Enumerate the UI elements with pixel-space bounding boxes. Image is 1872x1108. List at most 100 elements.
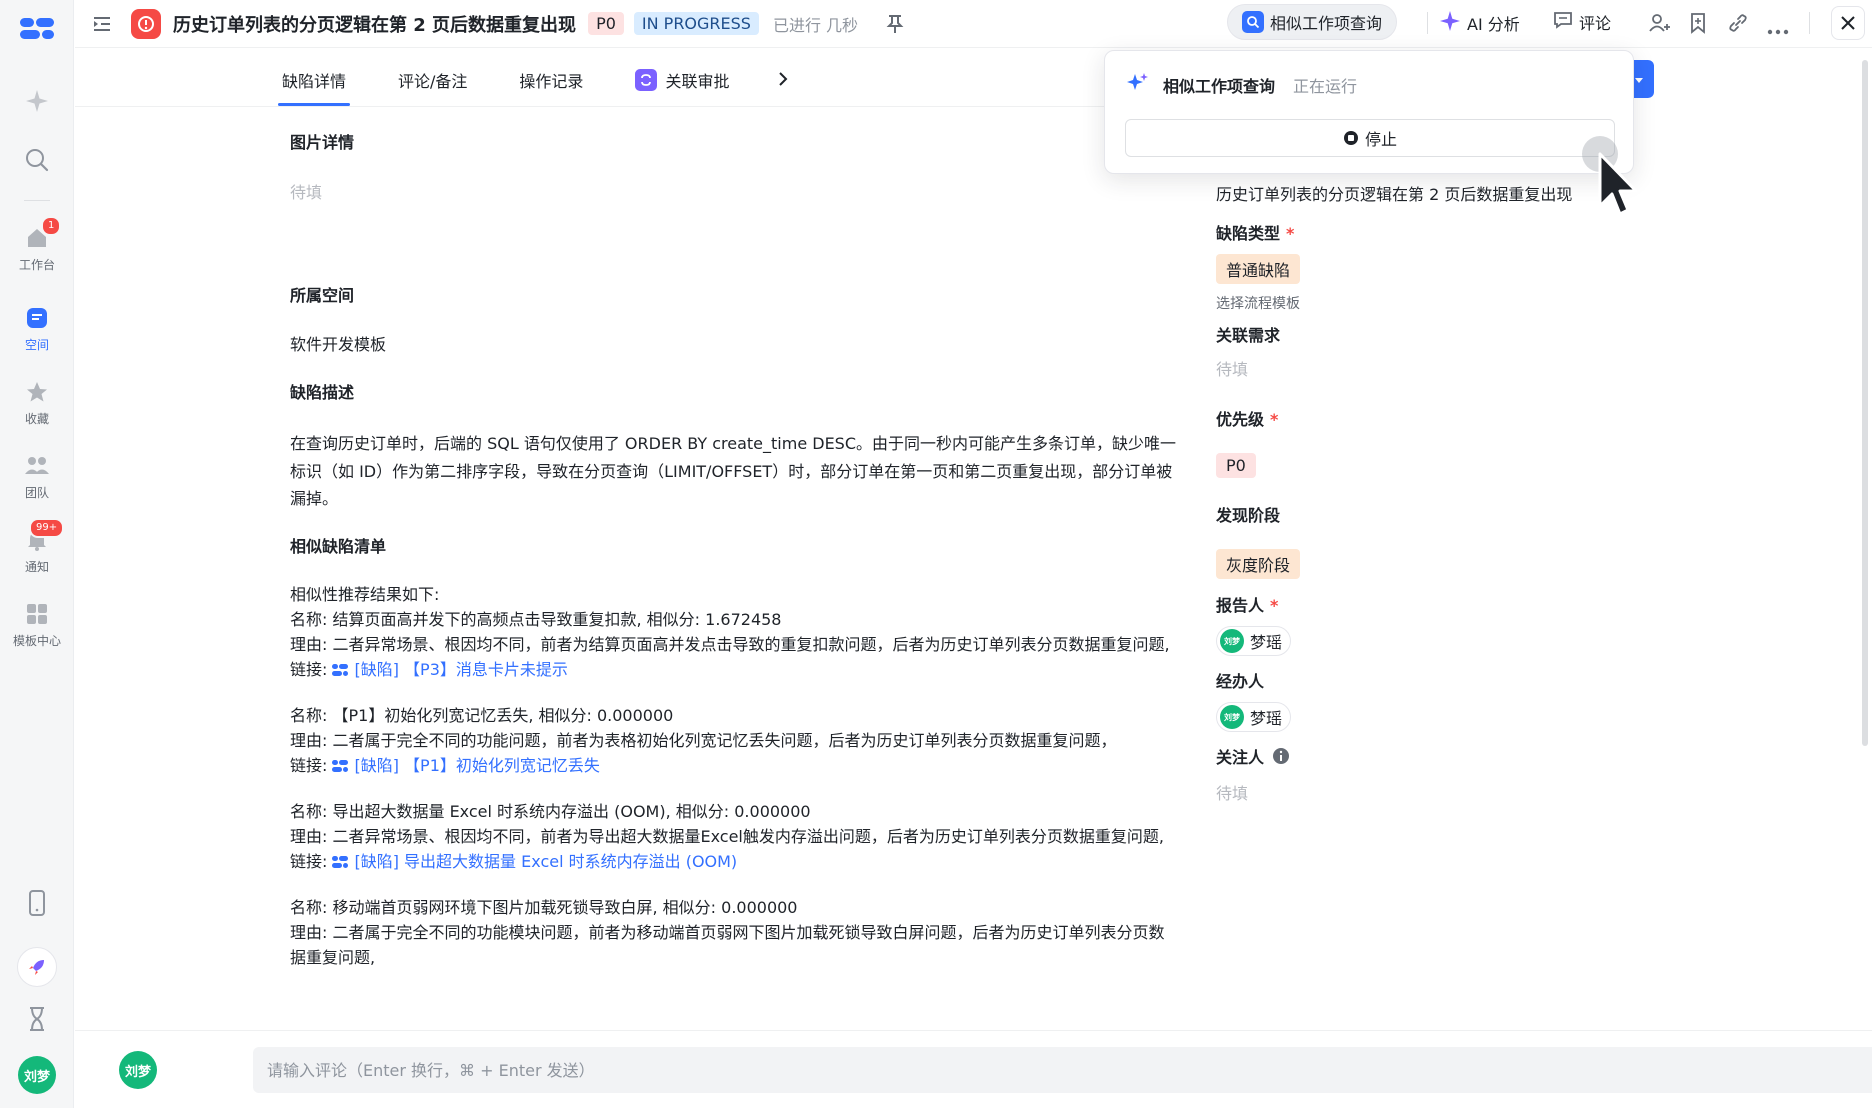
rail-item-templates[interactable]: 模板中心	[0, 600, 74, 649]
watcher-value[interactable]: 待填	[1216, 780, 1248, 804]
search-icon[interactable]	[24, 147, 50, 173]
rail-item-workbench[interactable]: 1 工作台	[0, 216, 74, 273]
image-details-placeholder[interactable]: 待填	[290, 180, 1180, 205]
status-badge[interactable]: IN PROGRESS	[633, 12, 759, 35]
name-prefix: 名称:	[290, 898, 333, 917]
members-icon[interactable]	[1649, 12, 1671, 38]
rail-label: 模板中心	[12, 634, 61, 648]
tabs-divider	[75, 106, 1195, 107]
comment-input[interactable]	[253, 1047, 1872, 1093]
rail-label: 团队	[24, 486, 49, 500]
required-mark: *	[1286, 224, 1295, 243]
priority-badge[interactable]: P0	[588, 12, 624, 35]
assignee-chip[interactable]: 刘梦 梦瑶	[1216, 702, 1292, 732]
comment-icon	[1553, 10, 1573, 34]
rocket-icon[interactable]	[17, 947, 57, 987]
item-reason-text: 二者异常场景、根因均不同，前者为结算页面高并发点击导致的重复扣款问题，后者为历史…	[332, 635, 1170, 654]
bug-type-icon	[131, 8, 161, 39]
tab-label: 关联审批	[665, 72, 730, 91]
rail-label: 空间	[24, 338, 49, 352]
popover-status: 正在运行	[1293, 77, 1358, 96]
defect-link[interactable]: [缺陷] 【P3】消息卡片未提示	[354, 660, 567, 679]
phase-value[interactable]: 灰度阶段	[1216, 549, 1301, 579]
item-name-text: 结算页面高并发下的高频点击导致重复扣款, 相似分: 1.672458	[332, 610, 782, 629]
tab-operation-log[interactable]: 操作记录	[515, 56, 587, 106]
tab-approvals[interactable]: 关联审批	[631, 56, 733, 106]
info-icon[interactable]	[1272, 747, 1290, 765]
defect-type-value[interactable]: 普通缺陷	[1216, 254, 1301, 284]
list-item: 名称: 移动端首页弱网环境下图片加载死锁导致白屏, 相似分: 0.000000 …	[290, 895, 1180, 970]
ai-analysis-button[interactable]: AI 分析	[1439, 10, 1520, 36]
similar-query-button[interactable]: 相似工作项查询	[1227, 4, 1398, 40]
rail-item-space[interactable]: 空间	[0, 304, 74, 353]
chevron-right-icon[interactable]	[777, 56, 789, 92]
ai-sparkle-icon	[1439, 10, 1461, 36]
bell-icon: 99+	[23, 518, 65, 554]
item-reason: 理由: 二者异常场景、根因均不同，前者为导出超大数据量Excel触发内存溢出问题…	[290, 824, 1180, 849]
priority-value[interactable]: P0	[1216, 453, 1256, 478]
defect-link[interactable]: [缺陷] 【P1】初始化列宽记忆丢失	[354, 756, 599, 775]
reporter-name: 梦瑶	[1250, 633, 1283, 652]
reason-prefix: 理由:	[290, 827, 333, 846]
pin-icon[interactable]	[886, 14, 904, 34]
tab-defect-details[interactable]: 缺陷详情	[278, 56, 351, 106]
item-reason: 理由: 二者异常场景、根因均不同，前者为结算页面高并发点击导致的重复扣款问题，后…	[290, 632, 1180, 657]
rail-item-notifications[interactable]: 99+ 通知	[0, 518, 74, 575]
related-req-value[interactable]: 待填	[1216, 356, 1248, 380]
description-text[interactable]: 在查询历史订单时，后端的 SQL 语句仅使用了 ORDER BY create_…	[290, 430, 1180, 513]
tab-comments[interactable]: 评论/备注	[394, 56, 471, 106]
scrollbar[interactable]	[1862, 60, 1868, 746]
item-name: 名称: 导出超大数据量 Excel 时系统内存溢出 (OOM), 相似分: 0.…	[290, 799, 1180, 824]
rail-item-team[interactable]: 团队	[0, 452, 74, 501]
stop-button[interactable]: 停止	[1125, 119, 1615, 157]
name-prefix: 名称:	[290, 802, 333, 821]
description-title: 缺陷描述	[290, 383, 355, 402]
rail-label: 工作台	[18, 258, 55, 272]
defect-type-label: 缺陷类型 *	[1216, 220, 1294, 244]
reporter-chip[interactable]: 刘梦 梦瑶	[1216, 626, 1292, 656]
link-icon[interactable]	[1727, 12, 1749, 38]
commenter-avatar: 刘梦	[119, 1051, 157, 1089]
team-icon	[23, 452, 51, 480]
similar-defects-title: 相似缺陷清单	[290, 537, 387, 556]
rail-item-favorites[interactable]: 收藏	[0, 378, 74, 427]
tab-label: 评论/备注	[398, 72, 468, 91]
flow-template-hint[interactable]: 选择流程模板	[1216, 293, 1300, 313]
reporter-label-text: 报告人	[1216, 596, 1265, 615]
ai-analysis-label: AI 分析	[1467, 15, 1520, 34]
close-icon[interactable]	[1831, 6, 1865, 40]
related-req-label: 关联需求	[1216, 326, 1281, 345]
item-reason-text: 二者属于完全不同的功能问题，前者为表格初始化列宽记忆丢失问题，后者为历史订单列表…	[332, 731, 1117, 750]
sparkle-icon	[1125, 71, 1149, 99]
defect-link[interactable]: [缺陷] 导出超大数据量 Excel 时系统内存溢出 (OOM)	[354, 852, 737, 871]
list-item: 名称: 【P1】初始化列宽记忆丢失, 相似分: 0.000000 理由: 二者属…	[290, 703, 1180, 779]
similar-query-label: 相似工作项查询	[1270, 14, 1383, 33]
page-title[interactable]: 历史订单列表的分页逻辑在第 2 页后数据重复出现	[173, 11, 576, 37]
reason-prefix: 理由:	[290, 635, 333, 654]
assignee-label: 经办人	[1216, 672, 1265, 691]
user-avatar[interactable]: 刘梦	[18, 1056, 56, 1094]
stop-icon	[1343, 130, 1359, 146]
link-type-icon	[332, 850, 349, 875]
sparkle-icon[interactable]	[24, 88, 50, 114]
collapse-sidebar-icon[interactable]	[91, 13, 113, 35]
item-reason-text: 二者异常场景、根因均不同，前者为导出超大数据量Excel触发内存溢出问题，后者为…	[332, 827, 1164, 846]
defect-type-label-text: 缺陷类型	[1216, 224, 1281, 243]
watcher-label-text: 关注人	[1216, 748, 1265, 767]
title-field-value[interactable]: 历史订单列表的分页逻辑在第 2 页后数据重复出现	[1216, 181, 1572, 205]
comment-label: 评论	[1579, 14, 1612, 33]
mobile-icon[interactable]	[26, 890, 48, 920]
priority-label-text: 优先级	[1216, 410, 1265, 429]
rail-label: 通知	[24, 560, 49, 574]
comment-button[interactable]: 评论	[1553, 10, 1611, 34]
reason-prefix: 理由:	[290, 731, 333, 750]
hourglass-icon[interactable]	[26, 1006, 48, 1036]
app-logo[interactable]	[20, 16, 54, 42]
link-prefix: 链接:	[290, 852, 333, 871]
link-type-icon	[332, 754, 349, 779]
bookmark-icon[interactable]	[1689, 12, 1707, 38]
space-value[interactable]: 软件开发模板	[290, 332, 1180, 357]
link-prefix: 链接:	[290, 756, 333, 775]
more-icon[interactable]	[1767, 20, 1789, 39]
elapsed-time: 已进行 几秒	[772, 15, 859, 35]
